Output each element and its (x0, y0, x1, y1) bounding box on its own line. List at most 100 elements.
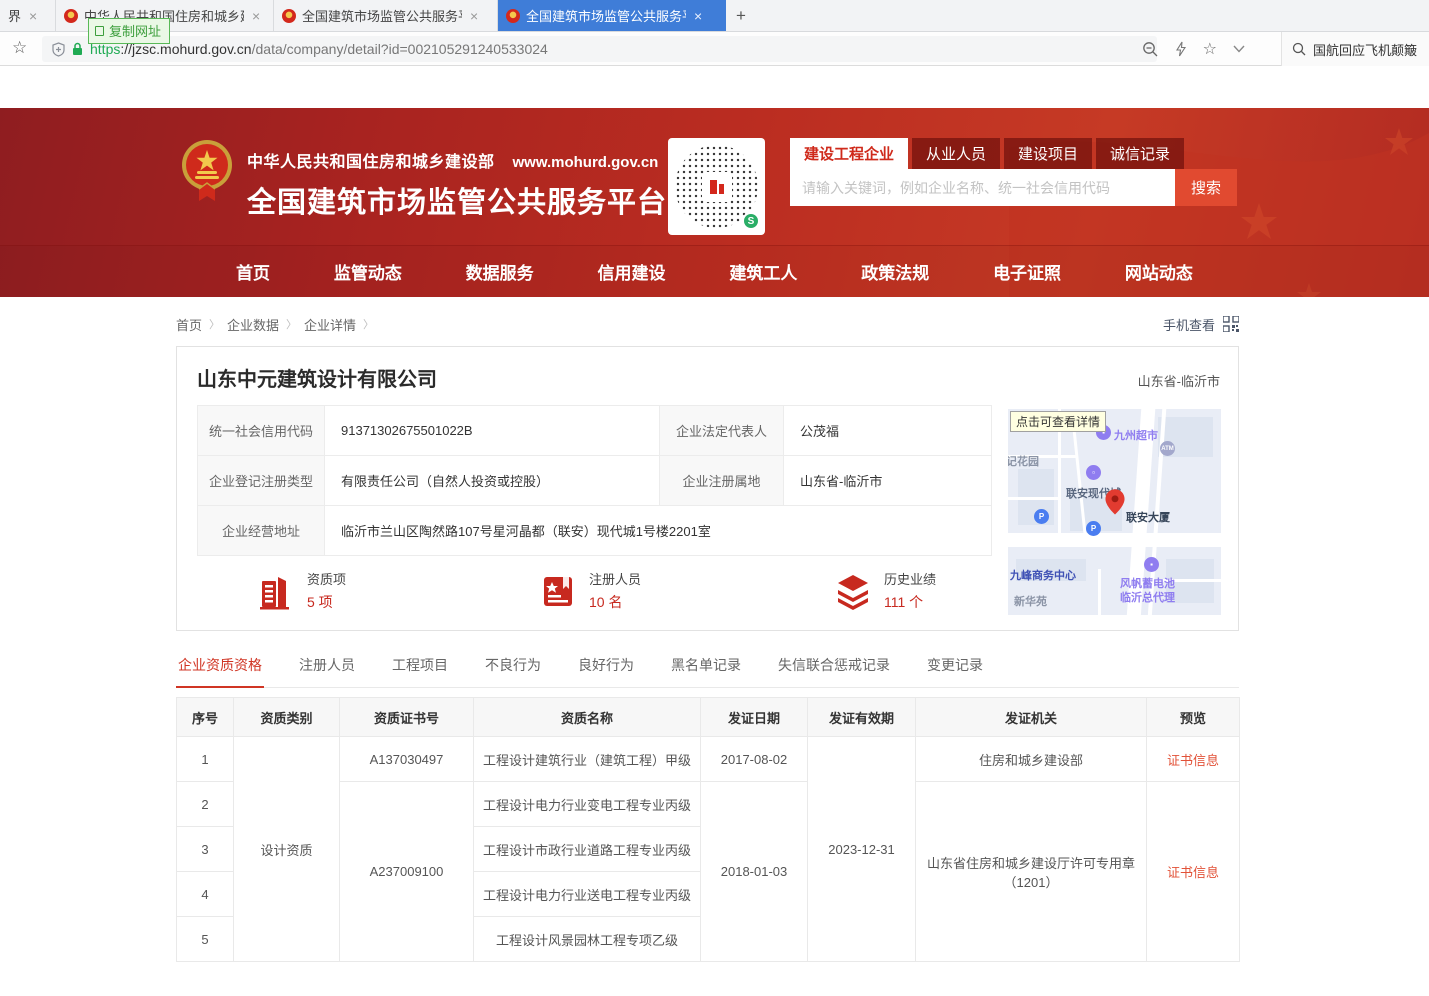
tab-blacklist[interactable]: 黑名单记录 (669, 655, 743, 687)
main-navigation: 首页 监管动态 数据服务 信用建设 建筑工人 政策法规 电子证照 网站动态 (0, 245, 1429, 297)
tab-good-behavior[interactable]: 良好行为 (576, 655, 636, 687)
nav-home[interactable]: 首页 (236, 259, 270, 284)
battery-shop-poi-icon: ▪ (1144, 557, 1159, 572)
info-value-legal-rep: 公茂福 (784, 406, 992, 456)
screen: 界 × 中华人民共和国住房和城乡建设 × 全国建筑市场监管公共服务平台 × 全国… (0, 0, 1429, 996)
tab-change-records[interactable]: 变更记录 (925, 655, 985, 687)
stat-historical-performance[interactable]: 历史业绩 111 个 (834, 569, 936, 612)
building-poi-icon: ▫ (1086, 465, 1101, 480)
tab-projects[interactable]: 工程项目 (390, 655, 450, 687)
nav-credit[interactable]: 信用建设 (598, 259, 666, 284)
tab-close-icon[interactable]: × (250, 8, 262, 24)
hot-search-text[interactable]: 国航回应飞机颠簸 (1313, 40, 1417, 59)
national-emblem-icon (180, 138, 234, 204)
mobile-view-label[interactable]: 手机查看 (1163, 315, 1215, 334)
nav-data-service[interactable]: 数据服务 (466, 259, 534, 284)
address-field[interactable]: https://jzsc.mohurd.gov.cn/data/company/… (42, 36, 1157, 62)
breadcrumb-company-detail[interactable]: 企业详情 (304, 315, 356, 334)
map-label-business-center: 九峰商务中心 (1010, 567, 1076, 583)
stat-qualifications[interactable]: 资质项 5 项 (257, 569, 346, 612)
tab-title: 全国建筑市场监管公共服务平台 (526, 6, 686, 25)
col-header-issue-date: 发证日期 (701, 698, 808, 737)
cell-index: 4 (177, 872, 234, 917)
building-icon (257, 571, 295, 611)
shield-icon[interactable] (52, 42, 65, 57)
new-tab-button[interactable]: + (726, 0, 756, 31)
tab-dishonesty-records[interactable]: 失信联合惩戒记录 (776, 655, 892, 687)
browser-tab-partial[interactable]: 界 × (0, 0, 56, 31)
stat-label: 资质项 (307, 569, 346, 588)
cell-index: 5 (177, 917, 234, 962)
search-tab-enterprise[interactable]: 建设工程企业 (790, 138, 908, 169)
tab-close-icon[interactable]: × (692, 8, 704, 24)
favorite-star-icon[interactable]: ☆ (1203, 39, 1217, 59)
certificate-info-link[interactable]: 证书信息 (1167, 865, 1219, 880)
secure-lock-icon (72, 42, 83, 56)
nav-workers[interactable]: 建筑工人 (729, 259, 797, 284)
table-row: 统一社会信用代码 91371302675501022B 企业法定代表人 公茂福 (198, 406, 992, 456)
ministry-website: www.mohurd.gov.cn (513, 154, 659, 171)
mobile-view-widget[interactable]: 手机查看 (1163, 315, 1239, 334)
cell-qual-name: 工程设计建筑行业（建筑工程）甲级 (474, 737, 701, 782)
qr-center-logo (702, 172, 732, 202)
tab-close-icon[interactable]: × (27, 8, 39, 24)
stat-registered-personnel[interactable]: 注册人员 10 名 (539, 569, 641, 612)
tab-registered-personnel[interactable]: 注册人员 (297, 655, 357, 687)
col-header-preview: 预览 (1147, 698, 1240, 737)
page-top-gap (0, 66, 1429, 108)
nav-e-license[interactable]: 电子证照 (993, 259, 1061, 284)
browser-url-bar: ☆ https://jzsc.mohurd.gov.cn/data/compan… (0, 32, 1429, 66)
browser-search-box[interactable]: 国航回应飞机颠簸 (1281, 32, 1429, 66)
atm-poi-icon: ATM (1160, 441, 1175, 456)
cell-valid-until: 2023-12-31 (808, 737, 916, 962)
map-label-tower: 联安大厦 (1126, 509, 1170, 525)
breadcrumb-company-data[interactable]: 企业数据 (227, 315, 279, 334)
cell-qual-name: 工程设计电力行业变电工程专业丙级 (474, 782, 701, 827)
certificate-info-link[interactable]: 证书信息 (1167, 753, 1219, 768)
nav-policy[interactable]: 政策法规 (861, 259, 929, 284)
site-header-zone: 中华人民共和国住房和城乡建设部 www.mohurd.gov.cn 全国建筑市场… (0, 108, 1429, 297)
info-value-reg-type: 有限责任公司（自然人投资或控股） (325, 456, 660, 506)
search-tab-personnel[interactable]: 从业人员 (912, 138, 1000, 169)
bookmark-star-icon[interactable]: ☆ (12, 38, 27, 58)
chevron-down-icon[interactable] (1233, 45, 1245, 53)
copy-icon (95, 26, 104, 36)
cell-issue-date: 2018-01-03 (701, 782, 808, 962)
qr-code-icon[interactable] (1223, 316, 1239, 332)
cell-issue-date: 2017-08-02 (701, 737, 808, 782)
copy-url-tooltip-text: 复制网址 (109, 21, 161, 40)
site-header: 中华人民共和国住房和城乡建设部 www.mohurd.gov.cn 全国建筑市场… (0, 108, 1429, 245)
emblem-favicon-icon (64, 9, 78, 23)
keyword-search-input[interactable] (790, 169, 1175, 206)
browser-tab-jzsc-active[interactable]: 全国建筑市场监管公共服务平台 × (498, 0, 726, 31)
stat-value: 111 个 (884, 592, 936, 612)
zoom-out-icon[interactable] (1142, 41, 1159, 58)
cell-qual-name: 工程设计电力行业送电工程专业丙级 (474, 872, 701, 917)
stat-value: 5 项 (307, 592, 346, 612)
search-button[interactable]: 搜索 (1175, 169, 1237, 206)
search-tab-credit[interactable]: 诚信记录 (1096, 138, 1184, 169)
cell-cert-no: A237009100 (340, 782, 474, 962)
tab-close-icon[interactable]: × (468, 8, 480, 24)
col-header-category: 资质类别 (234, 698, 340, 737)
company-location-map[interactable]: 点击可查看详情 ▪ 九州超市 ATM 记花园 ▫ 联安现代城 P P 联安大厦 … (1008, 409, 1221, 615)
lightning-icon[interactable] (1175, 41, 1187, 57)
breadcrumb-home[interactable]: 首页 (176, 315, 202, 334)
nav-supervision[interactable]: 监管动态 (334, 259, 402, 284)
tab-bad-behavior[interactable]: 不良行为 (483, 655, 543, 687)
ministry-name: 中华人民共和国住房和城乡建设部 (247, 148, 495, 172)
browser-tab-strip: 界 × 中华人民共和国住房和城乡建设 × 全国建筑市场监管公共服务平台 × 全国… (0, 0, 1429, 32)
cell-authority: 山东省住房和城乡建设厅许可专用章（1201） (916, 782, 1147, 962)
company-region: 山东省-临沂市 (1138, 371, 1220, 390)
map-label-xinhuayuan: 新华苑 (1014, 593, 1047, 609)
nav-site-news[interactable]: 网站动态 (1125, 259, 1193, 284)
search-tab-project[interactable]: 建设项目 (1004, 138, 1092, 169)
col-header-valid-until: 发证有效期 (808, 698, 916, 737)
browser-tab-jzsc-1[interactable]: 全国建筑市场监管公共服务平台 × (274, 0, 498, 31)
info-label-reg-type: 企业登记注册类型 (198, 456, 325, 506)
tab-qualifications[interactable]: 企业资质资格 (176, 655, 264, 688)
company-stats: 资质项 5 项 注册人员 10 名 (197, 569, 991, 612)
company-name: 山东中元建筑设计有限公司 (197, 363, 437, 392)
detail-tabs: 企业资质资格 注册人员 工程项目 不良行为 良好行为 黑名单记录 失信联合惩戒记… (176, 655, 1239, 688)
certificate-book-icon (539, 571, 577, 611)
